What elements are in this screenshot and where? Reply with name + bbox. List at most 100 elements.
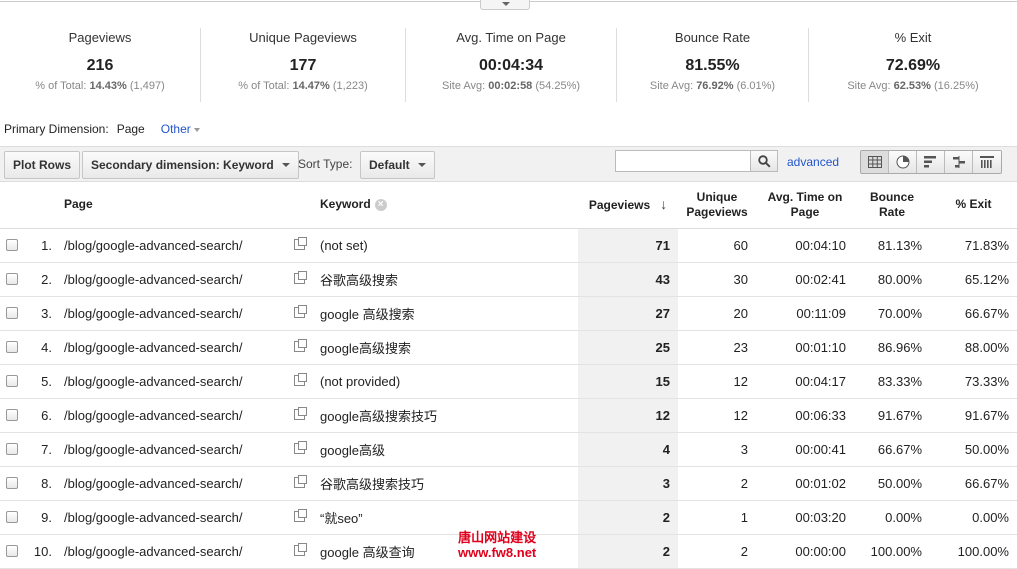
page-link[interactable]: /blog/google-advanced-search/ [60,500,290,535]
avg-time-cell: 00:11:09 [756,296,854,331]
pie-chart-icon [896,155,909,169]
search-button[interactable] [750,150,778,172]
external-link-cell [290,296,316,331]
page-link[interactable]: /blog/google-advanced-search/ [60,228,290,263]
header-pageviews[interactable]: Pageviews ↓ [578,182,678,229]
sort-type-dropdown[interactable]: Default [360,151,435,179]
external-link-icon[interactable] [294,372,307,386]
row-checkbox-cell [0,500,26,535]
row-index: 6. [26,398,60,433]
table-row: 5. /blog/google-advanced-search/ (not pr… [0,364,1017,399]
table-view-button[interactable] [861,151,889,173]
metric-sub: Site Avg: 00:02:58 (54.25%) [441,80,581,92]
pageviews-cell: 27 [578,296,678,331]
table-row: 2. /blog/google-advanced-search/ 谷歌高级搜索 … [0,262,1017,297]
external-link-icon[interactable] [294,270,307,284]
external-link-cell [290,262,316,297]
header-spacer [290,182,316,229]
table-row: 8. /blog/google-advanced-search/ 谷歌高级搜索技… [0,466,1017,501]
external-link-icon[interactable] [294,474,307,488]
external-link-icon[interactable] [294,508,307,522]
external-link-cell [290,398,316,433]
row-checkbox[interactable] [6,511,18,523]
external-link-icon[interactable] [294,542,307,556]
pivot-view-button[interactable] [973,151,1001,173]
pageviews-cell: 43 [578,262,678,297]
keyword-cell: google高级搜索技巧 [316,398,578,433]
sort-type-label: Sort Type: [298,157,353,171]
comparison-view-button[interactable] [945,151,973,173]
header-unique-pageviews[interactable]: Unique Pageviews [678,182,756,229]
watermark-line1: 唐山网站建设 [458,530,537,545]
header-bounce-rate[interactable]: Bounce Rate [854,182,930,229]
metric-value: 00:04:34 [478,57,544,74]
secondary-dimension-dropdown[interactable]: Secondary dimension: Keyword [82,151,299,179]
pie-view-button[interactable] [889,151,917,173]
external-link-icon[interactable] [294,304,307,318]
row-checkbox-cell [0,262,26,297]
keyword-cell: google高级 [316,432,578,467]
avg-time-cell: 00:01:10 [756,330,854,365]
external-link-icon[interactable] [294,236,307,250]
caret-down-icon [281,163,290,167]
row-index: 5. [26,364,60,399]
table-row: 9. /blog/google-advanced-search/ “就seo” … [0,500,1017,535]
row-checkbox[interactable] [6,443,18,455]
page-link[interactable]: /blog/google-advanced-search/ [60,466,290,501]
exit-cell: 91.67% [930,398,1017,433]
header-keyword[interactable]: Keyword × [316,182,578,229]
collapse-toggle[interactable] [480,0,530,10]
avg-time-cell: 00:01:02 [756,466,854,501]
remove-dimension-icon[interactable]: × [374,199,387,212]
advanced-filter-link[interactable]: advanced [787,155,839,169]
bounce-rate-cell: 50.00% [854,466,930,501]
bounce-rate-cell: 91.67% [854,398,930,433]
dimension-other-link[interactable]: Other [161,122,200,136]
row-checkbox[interactable] [6,409,18,421]
metric-sub: % of Total: 14.43% (1,497) [35,80,165,92]
page-link[interactable]: /blog/google-advanced-search/ [60,262,290,297]
keyword-cell: google高级搜索 [316,330,578,365]
primary-dimension-bar: Primary Dimension: Page Other [4,122,200,136]
metric-value: 72.69% [885,57,941,74]
metric-value: 177 [289,57,317,74]
external-link-cell [290,534,316,569]
header-exit[interactable]: % Exit [930,182,1017,229]
metric-sub: Site Avg: 76.92% (6.01%) [649,80,776,92]
page-link[interactable]: /blog/google-advanced-search/ [60,296,290,331]
row-checkbox[interactable] [6,273,18,285]
row-checkbox[interactable] [6,375,18,387]
grid-icon [867,156,882,168]
row-checkbox[interactable] [6,545,18,557]
page-link[interactable]: /blog/google-advanced-search/ [60,534,290,569]
exit-cell: 66.67% [930,466,1017,501]
metric-label: Unique Pageviews [249,30,357,45]
bounce-rate-cell: 81.13% [854,228,930,263]
unique-pageviews-cell: 20 [678,296,756,331]
page-link[interactable]: /blog/google-advanced-search/ [60,432,290,467]
page-link[interactable]: /blog/google-advanced-search/ [60,330,290,365]
external-link-icon[interactable] [294,406,307,420]
performance-view-button[interactable] [917,151,945,173]
header-page[interactable]: Page [60,182,290,229]
row-checkbox[interactable] [6,477,18,489]
row-index: 4. [26,330,60,365]
plot-rows-button[interactable]: Plot Rows [4,151,81,179]
row-checkbox[interactable] [6,239,18,251]
row-checkbox[interactable] [6,341,18,353]
page-link[interactable]: /blog/google-advanced-search/ [60,398,290,433]
metric-value: 81.55% [685,57,740,74]
avg-time-cell: 00:02:41 [756,262,854,297]
table-header-row: Page Keyword × Pageviews ↓ Unique Pageview… [0,182,1017,229]
watermark-line2: www.fw8.net [458,545,537,560]
page-link[interactable]: /blog/google-advanced-search/ [60,364,290,399]
table-search-input[interactable] [615,150,751,172]
header-avg-time[interactable]: Avg. Time on Page [756,182,854,229]
external-link-icon[interactable] [294,440,307,454]
row-checkbox[interactable] [6,307,18,319]
keyword-cell: “就seo” [316,500,578,535]
external-link-cell [290,432,316,467]
caret-down-icon [193,127,200,132]
bounce-rate-cell: 80.00% [854,262,930,297]
external-link-icon[interactable] [294,338,307,352]
